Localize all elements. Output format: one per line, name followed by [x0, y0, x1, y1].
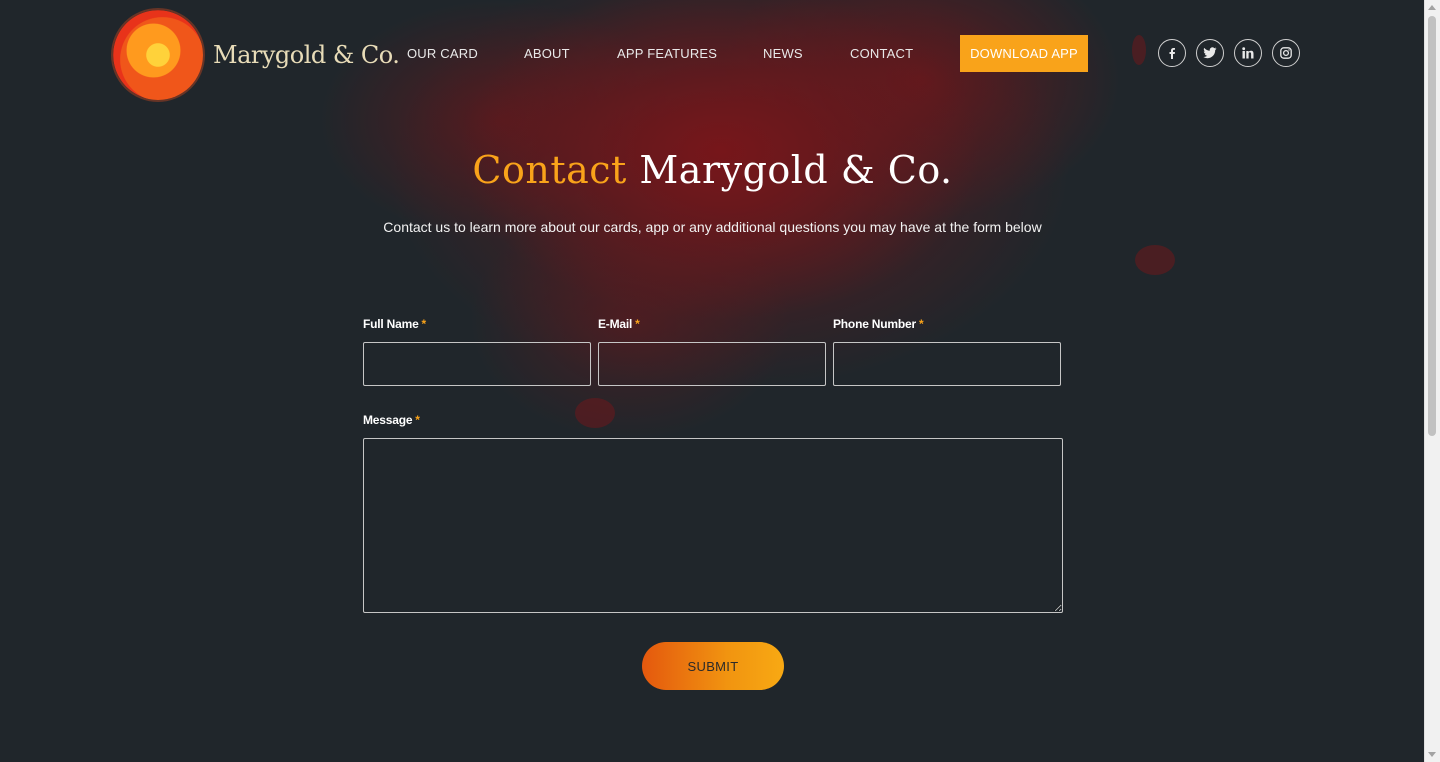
nav-app-features[interactable]: APP FEATURES — [617, 46, 717, 61]
splash-drop — [1132, 35, 1146, 65]
email-field[interactable] — [598, 342, 826, 386]
message-field[interactable] — [363, 438, 1063, 613]
nav-contact[interactable]: CONTACT — [850, 46, 913, 61]
title-brand: Marygold & Co. — [626, 148, 953, 192]
splash-drop — [575, 398, 615, 428]
splash-drop — [1135, 245, 1175, 275]
scroll-thumb[interactable] — [1428, 16, 1436, 436]
download-app-button[interactable]: DOWNLOAD APP — [960, 35, 1088, 72]
marigold-flower-icon — [113, 10, 203, 100]
required-marker: * — [421, 317, 427, 331]
linkedin-icon[interactable] — [1234, 39, 1262, 67]
message-label: Message * — [363, 413, 420, 427]
full-name-field[interactable] — [363, 342, 591, 386]
scroll-up-icon[interactable] — [1428, 5, 1436, 10]
required-marker: * — [415, 413, 420, 427]
phone-label: Phone Number * — [833, 317, 924, 331]
brand-name: Marygold & Co. — [213, 41, 400, 69]
page-scrollbar[interactable] — [1424, 0, 1440, 762]
phone-field[interactable] — [833, 342, 1061, 386]
nav-our-card[interactable]: OUR CARD — [407, 46, 478, 61]
full-name-label: Full Name * — [363, 317, 427, 331]
required-marker: * — [635, 317, 640, 331]
brand-logo[interactable]: Marygold & Co. — [113, 10, 400, 100]
page-subtitle: Contact us to learn more about our cards… — [383, 219, 1042, 235]
scroll-down-icon[interactable] — [1428, 752, 1436, 757]
nav-news[interactable]: NEWS — [763, 46, 803, 61]
instagram-icon[interactable] — [1272, 39, 1300, 67]
page-title: Contact Marygold & Co. — [0, 148, 1425, 192]
twitter-icon[interactable] — [1196, 39, 1224, 67]
title-accent: Contact — [472, 148, 627, 192]
social-links — [1158, 39, 1300, 67]
required-marker: * — [918, 317, 924, 331]
submit-button[interactable]: SUBMIT — [642, 642, 784, 690]
facebook-icon[interactable] — [1158, 39, 1186, 67]
email-label: E-Mail * — [598, 317, 640, 331]
nav-about[interactable]: ABOUT — [524, 46, 570, 61]
